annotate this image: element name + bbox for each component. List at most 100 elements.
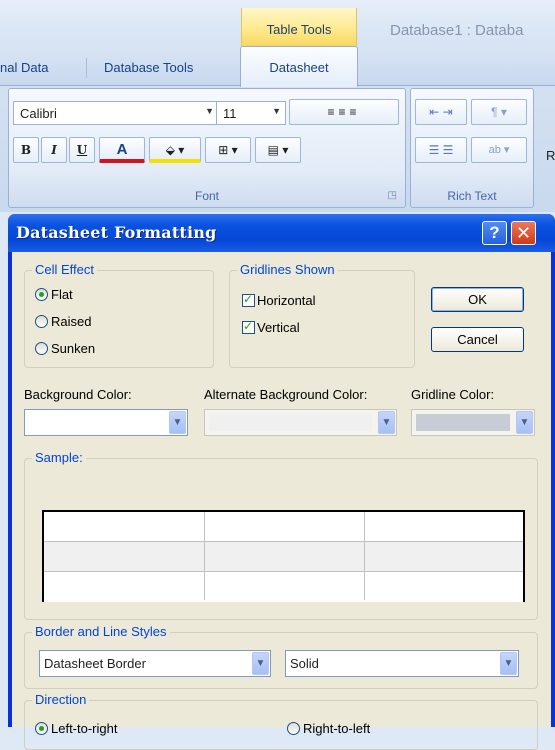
chevron-down-icon[interactable]: ▼ — [500, 652, 517, 675]
window-title: Database1 : Databa — [390, 22, 524, 39]
tab-datasheet[interactable]: Datasheet — [240, 46, 358, 87]
context-tab-label: Table Tools — [266, 22, 332, 37]
paragraph-direction-button[interactable]: ¶ ▾ — [471, 99, 527, 125]
sample-gridline-horizontal — [44, 571, 523, 572]
ok-button[interactable]: OK — [431, 287, 524, 312]
rich-text-group: ⇤ ⇥ ¶ ▾ ☰ ☰ ab ▾ Rich Text — [410, 88, 534, 208]
radio-button[interactable] — [35, 315, 48, 328]
alternate-color-swatch — [209, 414, 372, 431]
radio-sunken-label: Sunken — [51, 341, 96, 356]
tab-external-data[interactable]: nal Data — [0, 60, 48, 75]
highlight-button[interactable]: ab ▾ — [471, 137, 527, 163]
line-style-select-value: Solid — [290, 656, 319, 671]
radio-sunken[interactable]: Sunken — [35, 341, 95, 356]
sample-gridline-horizontal — [44, 541, 523, 542]
chevron-down-icon[interactable]: ▼ — [516, 411, 533, 434]
radio-left-to-right[interactable]: Left-to-right — [35, 721, 117, 736]
checkbox-vertical[interactable]: Vertical — [242, 319, 300, 335]
checkbox-horizontal[interactable]: Horizontal — [242, 292, 316, 308]
gridlines-shown-group: Gridlines Shown Horizontal Vertical — [229, 262, 415, 368]
indent-buttons[interactable]: ⇤ ⇥ — [415, 99, 467, 125]
chevron-down-icon[interactable]: ▼ — [252, 652, 269, 675]
font-name-value: Calibri — [20, 106, 57, 121]
sample-gridline-vertical — [204, 512, 205, 600]
bold-button[interactable]: B — [13, 137, 39, 163]
fill-color-button[interactable]: ⬙ ▾ — [149, 137, 201, 163]
border-line-styles-group: Border and Line Styles Datasheet Border … — [24, 624, 538, 689]
alternate-fill-button[interactable]: ▤ ▾ — [255, 137, 301, 163]
datasheet-formatting-dialog: Datasheet Formatting ? ✕ Cell Effect Fla… — [8, 214, 555, 750]
background-color-label: Background Color: — [24, 387, 132, 402]
radio-button[interactable] — [287, 722, 300, 735]
list-icon: ☰ ☰ — [428, 143, 454, 157]
row-fill-icon: ▤ ▾ — [267, 143, 289, 157]
font-size-value: 11 — [223, 106, 237, 121]
chevron-down-icon[interactable]: ▼ — [205, 106, 214, 116]
direction-group: Direction Left-to-right Right-to-left — [24, 692, 538, 750]
chevron-down-icon[interactable]: ▼ — [272, 106, 281, 116]
radio-flat-label: Flat — [51, 287, 73, 302]
sample-legend: Sample: — [32, 450, 86, 465]
checkbox-vertical-label: Vertical — [257, 320, 300, 335]
radio-flat[interactable]: Flat — [35, 287, 73, 302]
radio-left-to-right-label: Left-to-right — [51, 721, 118, 736]
dialog-title-bar[interactable]: Datasheet Formatting ? ✕ — [8, 214, 555, 252]
radio-button[interactable] — [35, 342, 48, 355]
sample-preview — [42, 510, 525, 602]
radio-raised-label: Raised — [51, 314, 92, 329]
italic-button[interactable]: I — [41, 137, 67, 163]
chevron-down-icon[interactable]: ▼ — [378, 411, 395, 434]
font-group-label: Font — [194, 189, 219, 203]
list-buttons[interactable]: ☰ ☰ — [415, 137, 467, 163]
gridline-color-swatch — [416, 414, 510, 431]
indent-icon: ⇤ ⇥ — [429, 105, 453, 119]
cell-effect-legend: Cell Effect — [32, 262, 98, 277]
grid-icon: ⊞ ▾ — [218, 143, 238, 157]
checkbox-horizontal-label: Horizontal — [257, 293, 316, 308]
dialog-launcher-icon[interactable]: ◳ — [388, 190, 397, 201]
alternate-background-color-dropdown[interactable]: ▼ — [204, 409, 397, 436]
radio-right-to-left-label: Right-to-left — [303, 721, 371, 736]
border-select[interactable]: Datasheet Border ▼ — [39, 650, 271, 677]
align-buttons[interactable]: ≡≡≡ — [289, 99, 399, 125]
line-style-select[interactable]: Solid ▼ — [285, 650, 519, 677]
sample-row-alternate — [44, 542, 523, 572]
tab-database-tools[interactable]: Database Tools — [104, 60, 193, 75]
partial-group-label: R — [546, 148, 555, 163]
chevron-down-icon[interactable]: ▼ — [169, 411, 186, 434]
tab-separator — [86, 58, 87, 78]
radio-button-checked[interactable] — [35, 288, 48, 301]
gridline-color-dropdown[interactable]: ▼ — [411, 409, 535, 436]
font-name-combo[interactable]: Calibri ▼ — [13, 101, 219, 125]
radio-button-checked[interactable] — [35, 722, 48, 735]
background-color-swatch — [29, 414, 163, 431]
checkbox-checked[interactable] — [242, 292, 255, 307]
direction-legend: Direction — [32, 692, 90, 707]
underline-button[interactable]: U — [69, 137, 95, 163]
ribbon: Table Tools Database1 : Databa nal Data … — [0, 0, 555, 212]
cancel-button[interactable]: Cancel — [431, 327, 524, 352]
radio-right-to-left[interactable]: Right-to-left — [287, 721, 370, 736]
cell-effect-group: Cell Effect Flat Raised Sunken — [24, 262, 214, 368]
dialog-body: Cell Effect Flat Raised Sunken Gridlines… — [12, 252, 551, 750]
dialog-title: Datasheet Formatting — [16, 223, 217, 242]
alternate-background-color-label: Alternate Background Color: — [204, 387, 368, 402]
paragraph-icon: ¶ ▾ — [491, 105, 507, 119]
border-select-value: Datasheet Border — [44, 656, 146, 671]
border-legend: Border and Line Styles — [32, 624, 170, 639]
gridlines-legend: Gridlines Shown — [237, 262, 338, 277]
sample-row — [44, 512, 523, 542]
close-button[interactable]: ✕ — [511, 221, 536, 245]
background-color-dropdown[interactable]: ▼ — [24, 409, 188, 436]
font-size-combo[interactable]: 11 ▼ — [216, 101, 286, 125]
rich-text-group-label: Rich Text — [447, 189, 497, 203]
checkbox-checked[interactable] — [242, 319, 255, 334]
gridlines-button[interactable]: ⊞ ▾ — [205, 137, 251, 163]
sample-gridline-vertical — [364, 512, 365, 600]
gridline-color-label: Gridline Color: — [411, 387, 495, 402]
radio-raised[interactable]: Raised — [35, 314, 91, 329]
font-color-button[interactable]: A — [99, 137, 145, 163]
help-button[interactable]: ? — [482, 221, 507, 245]
font-group: Calibri ▼ 11 ▼ ≡≡≡ B I U A ⬙ ▾ ⊞ ▾ ▤ ▾ F… — [8, 88, 406, 208]
sample-row — [44, 572, 523, 602]
